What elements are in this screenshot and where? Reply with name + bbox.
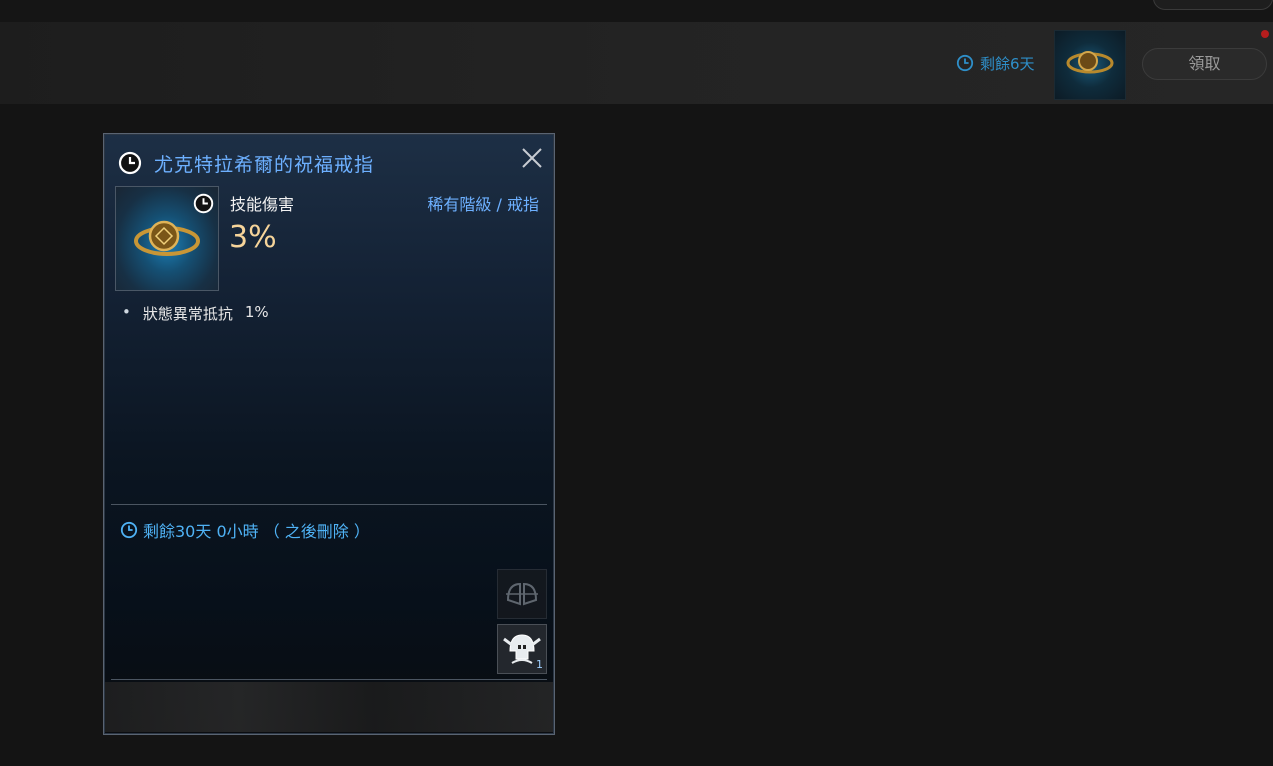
expire-text: 剩餘30天 0小時 （ 之後刪除 ）	[143, 522, 370, 541]
tooltip-footer	[105, 682, 553, 732]
item-icon	[115, 186, 219, 291]
remaining-time-label: 剩餘6天	[980, 54, 1035, 73]
clock-icon	[120, 521, 138, 539]
item-grade: 稀有階級 / 戒指	[427, 195, 539, 214]
sub-stat-value: 1%	[244, 303, 269, 321]
close-icon[interactable]	[520, 146, 544, 170]
ring-icon	[1066, 51, 1114, 74]
class-slot-disabled[interactable]	[497, 569, 547, 619]
clock-icon	[956, 54, 974, 72]
top-strip	[0, 0, 1273, 22]
helmet-pair-icon	[506, 582, 538, 606]
divider	[111, 679, 547, 680]
clock-icon	[118, 151, 142, 175]
item-title: 尤克特拉希爾的祝福戒指	[154, 153, 375, 176]
remaining-time: 剩餘6天	[956, 52, 1035, 74]
expire-row: 剩餘30天 0小時 （ 之後刪除 ）	[120, 518, 370, 542]
divider	[111, 504, 547, 505]
main-stat-value: 3%	[229, 220, 277, 255]
claim-button[interactable]: 領取	[1142, 48, 1267, 80]
notification-dot	[1261, 30, 1269, 38]
sub-stat-row: • 狀態異常抵抗 1%	[122, 303, 269, 324]
top-pill-button[interactable]	[1153, 0, 1273, 10]
tooltip-header: 尤克特拉希爾的祝福戒指	[118, 148, 374, 178]
ring-icon	[134, 220, 200, 256]
sub-stat-name: 狀態異常抵抗	[142, 305, 233, 323]
bullet: •	[122, 303, 131, 321]
item-tooltip: 尤克特拉希爾的祝福戒指 技能傷害 3% 稀有階級 / 戒指 • 狀態異常抵抗 1…	[103, 133, 555, 735]
reward-item-thumb[interactable]	[1054, 30, 1126, 100]
clock-icon	[193, 193, 214, 214]
class-slot-active[interactable]: 1	[497, 624, 547, 674]
reward-bar: 剩餘6天 領取	[0, 22, 1273, 104]
slot-count-badge: 1	[536, 658, 543, 671]
main-stat-label: 技能傷害	[230, 195, 295, 214]
